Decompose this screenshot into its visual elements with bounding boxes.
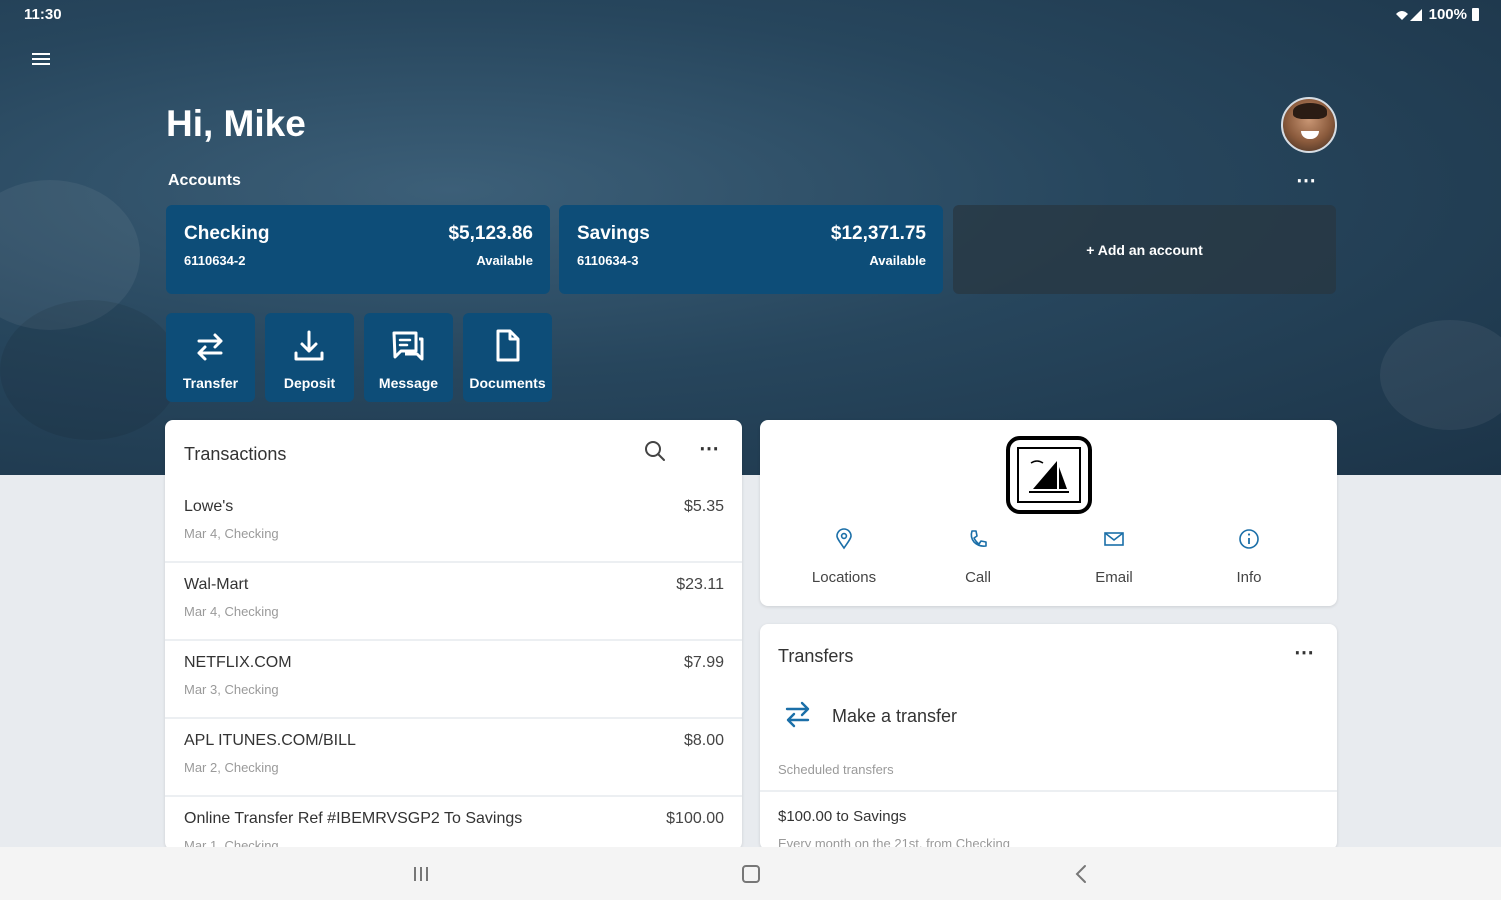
make-transfer-label: Make a transfer bbox=[832, 706, 958, 726]
call-button[interactable]: Call bbox=[918, 528, 1038, 586]
page-title: Hi, Mike bbox=[166, 103, 306, 144]
location-pin-icon bbox=[836, 528, 852, 550]
info-button[interactable]: Info bbox=[1189, 528, 1309, 586]
transaction-meta: Mar 4, Checking bbox=[184, 604, 279, 619]
transaction-meta: Mar 2, Checking bbox=[184, 760, 279, 775]
contact-label: Locations bbox=[811, 569, 877, 586]
transfer-icon bbox=[785, 701, 810, 728]
contact-card: Locations Call Email Info bbox=[760, 420, 1337, 606]
home-icon[interactable] bbox=[736, 861, 766, 887]
transaction-amount: $8.00 bbox=[683, 732, 724, 749]
transaction-merchant: Online Transfer Ref #IBEMRVSGP2 To Savin… bbox=[184, 810, 523, 827]
transactions-card: Transactions ⋯ Lowe's Mar 4, Checking $5… bbox=[165, 420, 742, 850]
account-number: 6110634-2 bbox=[184, 253, 246, 268]
transaction-row[interactable]: NETFLIX.COM Mar 3, Checking $7.99 bbox=[165, 641, 742, 719]
action-label: Deposit bbox=[283, 375, 336, 391]
transaction-merchant: Wal-Mart bbox=[184, 576, 249, 593]
status-bar: 11:30 100% bbox=[0, 0, 1501, 30]
transaction-row[interactable]: Wal-Mart Mar 4, Checking $23.11 bbox=[165, 563, 742, 641]
avatar[interactable] bbox=[1281, 97, 1337, 153]
sailboat-logo-icon bbox=[1029, 460, 1069, 493]
battery-icon bbox=[1472, 8, 1479, 21]
contact-label: Call bbox=[965, 569, 991, 586]
transaction-meta: Mar 4, Checking bbox=[184, 526, 279, 541]
divider bbox=[760, 790, 1337, 792]
transaction-row[interactable]: Lowe's Mar 4, Checking $5.35 bbox=[165, 485, 742, 563]
transactions-title: Transactions bbox=[184, 444, 287, 464]
search-icon[interactable] bbox=[643, 439, 667, 463]
account-balance: $5,123.86 bbox=[448, 223, 533, 244]
transactions-more-button[interactable]: ⋯ bbox=[699, 436, 720, 461]
account-name: Savings bbox=[577, 223, 650, 244]
account-number: 6110634-3 bbox=[577, 253, 639, 268]
contact-label: Info bbox=[1236, 569, 1262, 586]
hamburger-icon bbox=[32, 53, 50, 55]
transaction-merchant: APL ITUNES.COM/BILL bbox=[184, 732, 356, 749]
action-label: Message bbox=[378, 375, 439, 391]
transaction-row[interactable]: APL ITUNES.COM/BILL Mar 2, Checking $8.0… bbox=[165, 719, 742, 797]
accounts-more-button[interactable]: ⋯ bbox=[1296, 168, 1317, 193]
account-card-savings[interactable]: Savings 6110634-3 $12,371.75 Available bbox=[559, 205, 943, 294]
background-bokeh bbox=[1380, 320, 1501, 430]
add-account-button[interactable]: + Add an account bbox=[953, 205, 1336, 294]
action-label: Documents bbox=[469, 375, 546, 391]
info-icon bbox=[1239, 529, 1259, 549]
action-label: Transfer bbox=[182, 375, 239, 391]
transaction-amount: $7.99 bbox=[683, 654, 724, 671]
download-icon bbox=[294, 330, 324, 361]
deposit-button[interactable]: Deposit bbox=[265, 313, 354, 402]
battery-percent: 100% bbox=[1428, 6, 1467, 23]
balance-label: Available bbox=[476, 253, 533, 268]
system-nav-bar bbox=[0, 847, 1501, 900]
transaction-merchant: NETFLIX.COM bbox=[184, 654, 292, 671]
email-button[interactable]: Email bbox=[1054, 528, 1174, 586]
transaction-amount: $100.00 bbox=[666, 810, 724, 827]
account-name: Checking bbox=[184, 223, 270, 244]
locations-button[interactable]: Locations bbox=[784, 528, 904, 586]
status-time: 11:30 bbox=[24, 6, 62, 23]
account-balance: $12,371.75 bbox=[830, 223, 926, 244]
transfers-card: Transfers ⋯ Make a transfer Scheduled tr… bbox=[760, 624, 1337, 850]
transfer-icon bbox=[197, 333, 223, 361]
transaction-merchant: Lowe's bbox=[184, 498, 234, 515]
document-icon bbox=[496, 329, 520, 362]
status-indicators: 100% bbox=[1394, 6, 1479, 23]
back-icon[interactable] bbox=[1066, 861, 1096, 887]
transaction-amount: $23.11 bbox=[676, 576, 724, 593]
background-bokeh bbox=[0, 300, 180, 440]
transfers-more-button[interactable]: ⋯ bbox=[1294, 640, 1315, 665]
accounts-heading: Accounts bbox=[168, 172, 241, 189]
balance-label: Available bbox=[869, 253, 926, 268]
phone-icon bbox=[970, 530, 987, 547]
scheduled-transfer-item[interactable]: $100.00 to Savings bbox=[778, 808, 906, 825]
transaction-amount: $5.35 bbox=[683, 498, 724, 515]
recent-apps-icon[interactable] bbox=[406, 861, 436, 887]
account-card-checking[interactable]: Checking 6110634-2 $5,123.86 Available bbox=[166, 205, 550, 294]
signal-icon bbox=[1395, 8, 1422, 21]
scheduled-transfers-label: Scheduled transfers bbox=[778, 762, 894, 777]
contact-label: Email bbox=[1095, 569, 1133, 586]
transaction-meta: Mar 3, Checking bbox=[184, 682, 279, 697]
documents-button[interactable]: Documents bbox=[463, 313, 552, 402]
mail-icon bbox=[1104, 532, 1124, 546]
make-transfer-button[interactable]: Make a transfer bbox=[778, 694, 1178, 734]
bank-logo bbox=[1006, 436, 1092, 514]
transaction-row[interactable]: Online Transfer Ref #IBEMRVSGP2 To Savin… bbox=[165, 797, 742, 850]
message-icon bbox=[392, 331, 424, 361]
message-button[interactable]: Message bbox=[364, 313, 453, 402]
transfers-title: Transfers bbox=[778, 646, 854, 666]
menu-button[interactable] bbox=[28, 50, 54, 76]
transfer-button[interactable]: Transfer bbox=[166, 313, 255, 402]
